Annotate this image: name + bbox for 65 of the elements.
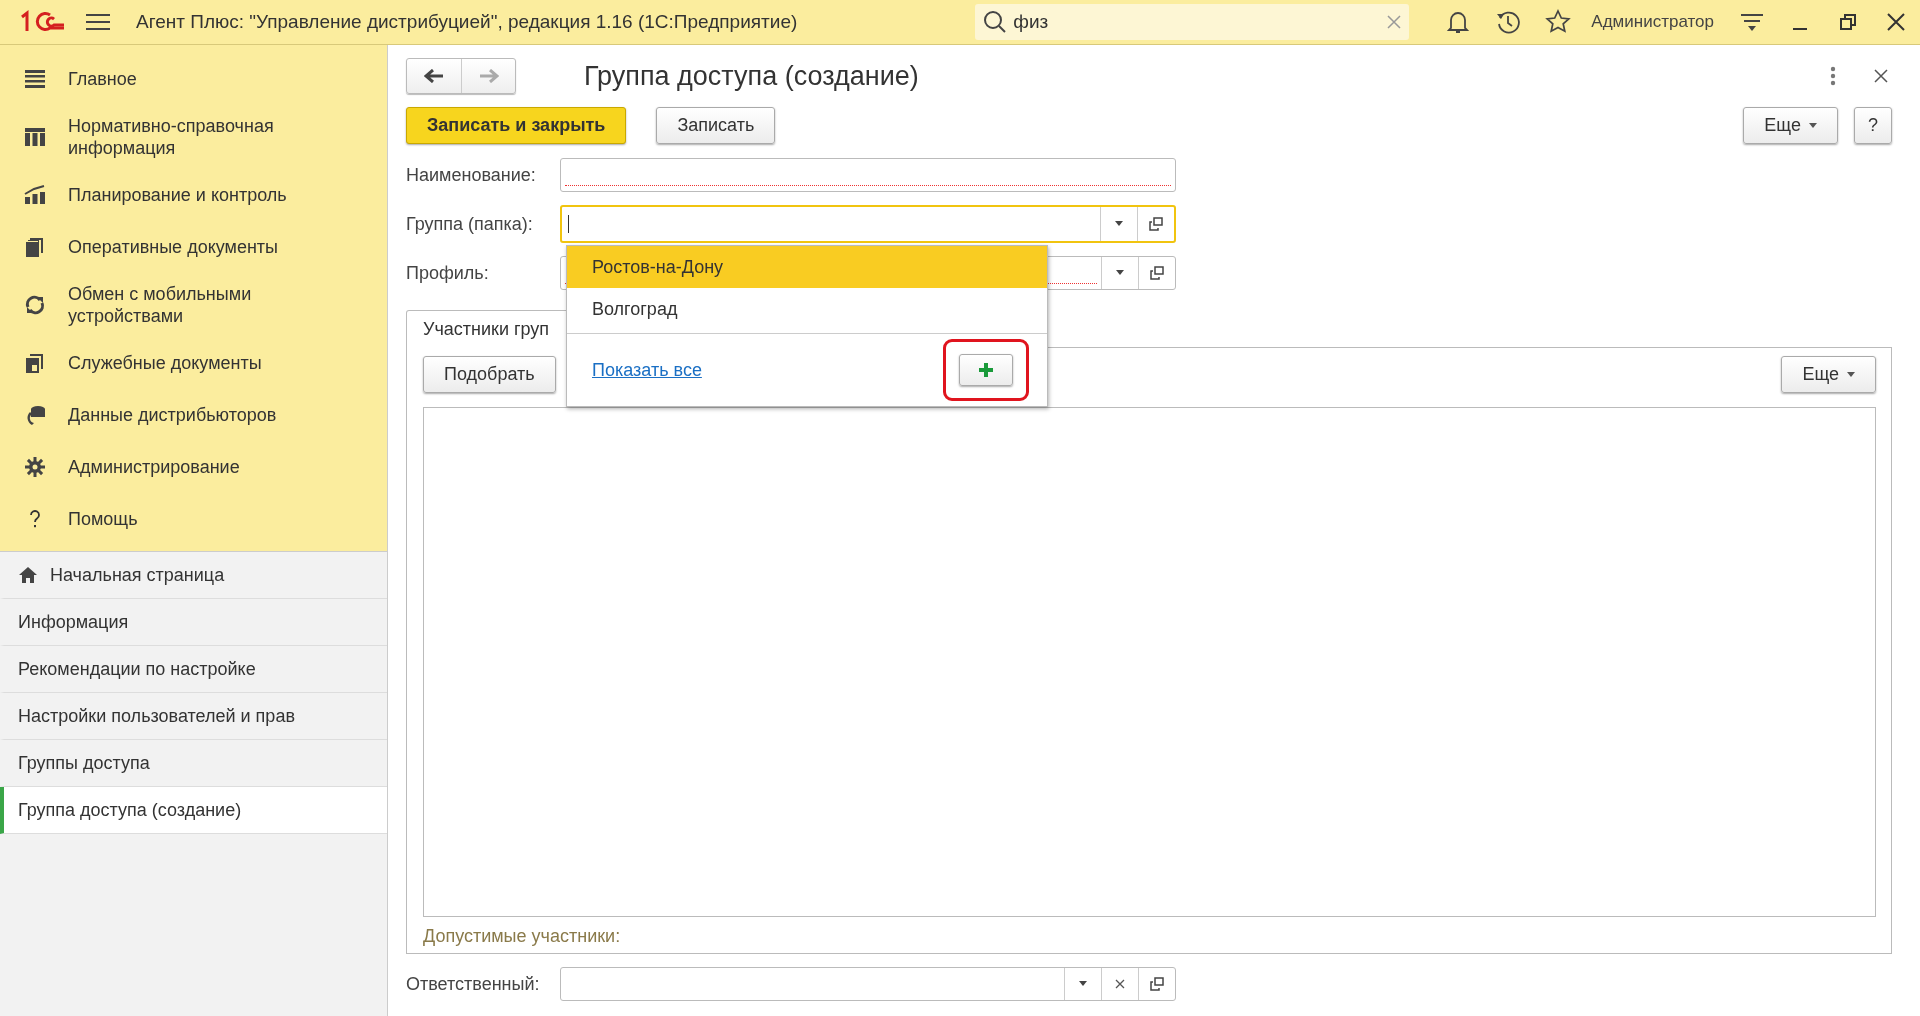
plus-icon <box>978 362 994 378</box>
close-icon[interactable] <box>1885 11 1907 33</box>
save-and-close-button[interactable]: Записать и закрыть <box>406 107 627 144</box>
section-link[interactable]: Главное <box>68 68 137 90</box>
pick-button[interactable]: Подобрать <box>423 356 556 393</box>
open-window-tab[interactable]: Информация <box>0 599 387 646</box>
section-link[interactable]: Обмен с мобильными устройствами <box>68 283 318 327</box>
show-all-link[interactable]: Показать все <box>592 359 702 381</box>
more-button[interactable]: Еще <box>1743 107 1838 144</box>
menu-icon[interactable] <box>86 12 110 32</box>
field-label: Группа (папка): <box>406 213 534 235</box>
form-title: Группа доступа (создание) <box>584 60 919 92</box>
caret-icon[interactable] <box>1114 221 1124 227</box>
sync-icon <box>24 294 46 316</box>
add-button[interactable] <box>959 354 1013 386</box>
history-icon[interactable] <box>1495 9 1522 35</box>
bar-chart-icon <box>24 184 46 206</box>
caret-icon[interactable] <box>1115 270 1125 276</box>
field-label: Наименование: <box>406 164 537 186</box>
user-name[interactable]: Администратор <box>1591 12 1714 32</box>
dropdown-item[interactable]: Ростов-на-Дону <box>567 246 1047 288</box>
bell-icon[interactable] <box>1445 9 1472 35</box>
search-icon <box>983 10 1008 34</box>
menu-icon <box>24 68 46 90</box>
open-window-icon[interactable] <box>1150 977 1164 991</box>
search-field[interactable]: физ <box>975 4 1410 40</box>
caret-icon[interactable] <box>1078 981 1088 987</box>
text-cursor <box>568 215 569 233</box>
open-window-icon[interactable] <box>1149 217 1163 231</box>
section-link[interactable]: Оперативные документы <box>68 236 279 258</box>
star-icon[interactable] <box>1545 9 1572 35</box>
allowed-members-label: Допустимые участники: <box>423 926 622 947</box>
section-link[interactable]: Данные дистрибьюторов <box>68 404 277 426</box>
input-field[interactable] <box>560 967 1176 1001</box>
caret-icon <box>1809 123 1817 128</box>
section-link[interactable]: Планирование и контроль <box>68 184 287 206</box>
settings-icon <box>24 456 46 478</box>
window-title: Агент Плюс: "Управление дистрибуцией", редакция 1.16 (1С:Предприятие) <box>136 11 798 33</box>
open-window-tab[interactable]: Группа доступа (создание) <box>0 787 387 834</box>
section-link[interactable]: Нормативно-справочная информация <box>68 115 318 159</box>
section-link[interactable]: Служебные документы <box>68 352 262 374</box>
more-icon[interactable] <box>1830 66 1836 86</box>
restore-icon[interactable] <box>1837 11 1859 33</box>
save-button[interactable]: Записать <box>656 107 776 144</box>
back-arrow-icon[interactable] <box>424 69 444 83</box>
section-link[interactable]: Помощь <box>68 508 138 530</box>
help-button[interactable]: ? <box>1854 107 1892 144</box>
clear-icon[interactable] <box>1115 979 1125 989</box>
columns-icon <box>24 126 46 148</box>
section-link[interactable]: Администрирование <box>68 456 240 478</box>
field-label: Ответственный: <box>406 973 541 995</box>
open-window-tab[interactable]: Рекомендации по настройке <box>0 646 387 693</box>
open-window-tab[interactable]: Настройки пользователей и прав <box>0 693 387 740</box>
options-icon[interactable] <box>1741 11 1763 33</box>
more-button[interactable]: Еще <box>1781 356 1876 393</box>
open-window-icon[interactable] <box>1150 266 1164 280</box>
home-icon <box>18 566 38 584</box>
open-window-tab[interactable]: Начальная страница <box>0 552 387 599</box>
close-icon[interactable] <box>1874 69 1888 83</box>
database-icon <box>24 404 46 426</box>
caret-icon <box>1847 372 1855 377</box>
input-field[interactable] <box>560 158 1176 192</box>
field-label: Профиль: <box>406 262 490 284</box>
documents-icon <box>24 352 46 374</box>
documents-icon <box>24 236 46 258</box>
